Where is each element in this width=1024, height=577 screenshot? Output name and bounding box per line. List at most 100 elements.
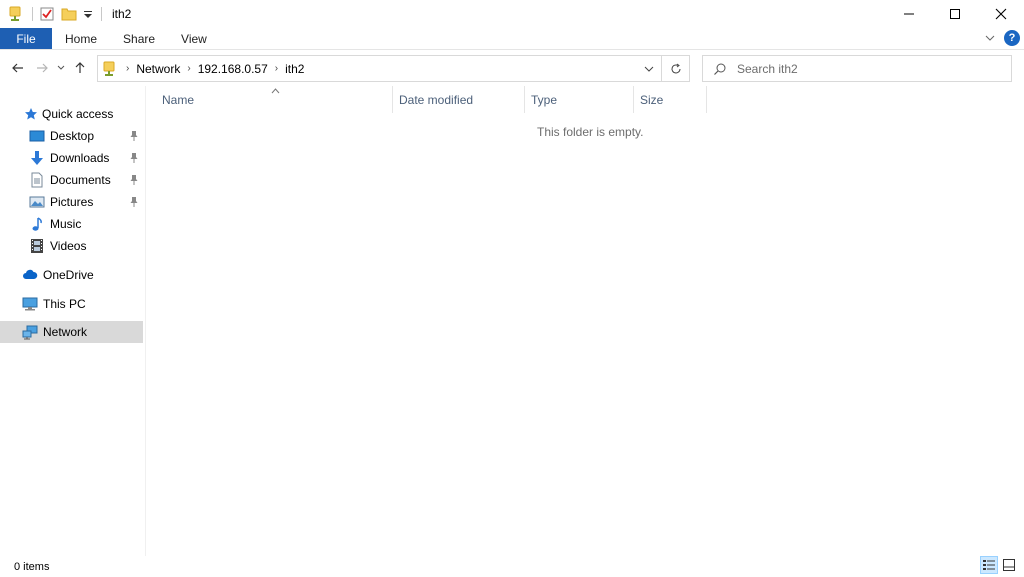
chevron-right-icon[interactable]: › xyxy=(183,63,194,74)
column-header-type[interactable]: Type xyxy=(531,86,557,113)
sidebar-item-downloads[interactable]: Downloads xyxy=(0,147,143,169)
customize-toolbar-dropdown-icon[interactable] xyxy=(83,6,93,22)
column-header-name[interactable]: Name xyxy=(162,86,194,113)
arrow-up-icon xyxy=(75,62,85,73)
new-folder-icon[interactable] xyxy=(61,6,77,22)
sort-ascending-icon xyxy=(271,86,280,97)
navigation-bar: › Network › 192.168.0.57 › ith2 xyxy=(0,50,1024,86)
ribbon-tabs: File Home Share View ? xyxy=(0,28,1024,50)
minimize-icon xyxy=(904,13,914,15)
sidebar-item-onedrive[interactable]: OneDrive xyxy=(0,264,143,286)
window-title: ith2 xyxy=(112,7,132,21)
music-note-icon xyxy=(29,216,45,232)
forward-button[interactable] xyxy=(30,56,54,80)
network-icon xyxy=(22,324,38,340)
empty-folder-message: This folder is empty. xyxy=(537,125,644,139)
view-switcher xyxy=(978,556,1018,574)
tab-home[interactable]: Home xyxy=(52,28,110,49)
chevron-right-icon[interactable]: › xyxy=(271,63,282,74)
quick-access-toolbar: ith2 xyxy=(0,0,131,28)
minimize-button[interactable] xyxy=(886,0,932,28)
sidebar-item-pictures[interactable]: Pictures xyxy=(0,191,143,213)
expand-ribbon-button[interactable] xyxy=(982,30,998,46)
chevron-down-icon xyxy=(57,65,65,70)
toolbar-divider xyxy=(32,7,33,21)
search-input[interactable] xyxy=(737,61,997,76)
address-bar[interactable]: › Network › 192.168.0.57 › ith2 xyxy=(97,55,690,82)
refresh-button[interactable] xyxy=(661,56,689,81)
back-button[interactable] xyxy=(6,56,30,80)
item-count: 0 items xyxy=(14,560,50,573)
column-header-date-modified[interactable]: Date modified xyxy=(399,86,473,113)
arrow-right-icon xyxy=(37,63,48,73)
refresh-icon xyxy=(671,63,680,73)
sidebar-item-label: OneDrive xyxy=(43,268,94,282)
document-icon xyxy=(29,172,45,188)
search-icon xyxy=(713,62,727,76)
picture-icon xyxy=(29,194,45,210)
sidebar-item-desktop[interactable]: Desktop xyxy=(0,125,143,147)
title-bar: ith2 xyxy=(0,0,1024,28)
tab-share[interactable]: Share xyxy=(110,28,168,49)
tab-file[interactable]: File xyxy=(0,28,52,49)
pin-icon[interactable] xyxy=(129,174,139,186)
arrow-left-icon xyxy=(12,63,23,73)
column-resize-handle[interactable] xyxy=(392,86,393,113)
large-icons-view-icon xyxy=(1003,559,1015,571)
ribbon-right-controls: ? xyxy=(982,30,1020,46)
sidebar-item-label: Network xyxy=(43,325,88,339)
sidebar-item-documents[interactable]: Documents xyxy=(0,169,143,191)
breadcrumb-item-network[interactable]: Network xyxy=(133,62,183,76)
breadcrumb-item-host[interactable]: 192.168.0.57 xyxy=(195,62,271,76)
maximize-button[interactable] xyxy=(932,0,978,28)
video-film-icon xyxy=(29,238,45,254)
file-list[interactable]: Name Date modified Type Size This folder… xyxy=(146,86,1024,556)
breadcrumb-item-share[interactable]: ith2 xyxy=(282,62,307,76)
download-arrow-icon xyxy=(29,150,45,166)
computer-icon xyxy=(22,296,38,312)
pin-icon[interactable] xyxy=(129,130,139,142)
desktop-icon xyxy=(29,128,45,144)
sidebar-item-quick-access[interactable]: Quick access xyxy=(0,103,143,125)
up-button[interactable] xyxy=(68,56,92,80)
chevron-down-icon xyxy=(985,35,995,41)
close-icon xyxy=(995,8,1007,20)
column-resize-handle[interactable] xyxy=(633,86,634,113)
sidebar-item-videos[interactable]: Videos xyxy=(0,235,143,257)
sidebar-item-label: Desktop xyxy=(50,129,95,143)
sidebar-item-music[interactable]: Music xyxy=(0,213,143,235)
sidebar-item-label: Quick access xyxy=(42,107,114,121)
details-view-icon xyxy=(983,560,995,570)
sidebar-item-label: Videos xyxy=(50,239,87,253)
network-folder-icon[interactable] xyxy=(8,6,24,22)
sidebar-item-label: Pictures xyxy=(50,195,94,209)
pin-icon[interactable] xyxy=(129,196,139,208)
address-dropdown-button[interactable] xyxy=(637,56,661,81)
sidebar-item-label: Documents xyxy=(50,173,111,187)
help-button[interactable]: ? xyxy=(1004,30,1020,46)
tab-view[interactable]: View xyxy=(168,28,220,49)
properties-icon[interactable] xyxy=(39,6,55,22)
maximize-icon xyxy=(950,9,960,19)
sidebar-item-this-pc[interactable]: This PC xyxy=(0,293,143,315)
search-box[interactable] xyxy=(702,55,1012,82)
column-resize-handle[interactable] xyxy=(706,86,707,113)
pin-icon[interactable] xyxy=(129,152,139,164)
large-icons-view-button[interactable] xyxy=(1000,556,1018,574)
chevron-down-icon xyxy=(644,66,654,72)
chevron-right-icon[interactable]: › xyxy=(122,63,133,74)
sidebar-item-network[interactable]: Network xyxy=(0,321,143,343)
cloud-icon xyxy=(22,267,38,283)
recent-locations-button[interactable] xyxy=(54,56,68,80)
details-view-button[interactable] xyxy=(980,556,998,574)
sidebar-item-label: This PC xyxy=(43,297,86,311)
navigation-pane: Quick access Desktop Downloads Documents xyxy=(0,100,146,553)
window-controls xyxy=(886,0,1024,28)
close-button[interactable] xyxy=(978,0,1024,28)
column-resize-handle[interactable] xyxy=(524,86,525,113)
breadcrumb: › Network › 192.168.0.57 › ith2 xyxy=(98,56,637,81)
toolbar-divider xyxy=(101,7,102,21)
status-bar: 0 items xyxy=(0,556,1024,577)
column-header-size[interactable]: Size xyxy=(640,86,663,113)
sidebar-item-label: Downloads xyxy=(50,151,110,165)
